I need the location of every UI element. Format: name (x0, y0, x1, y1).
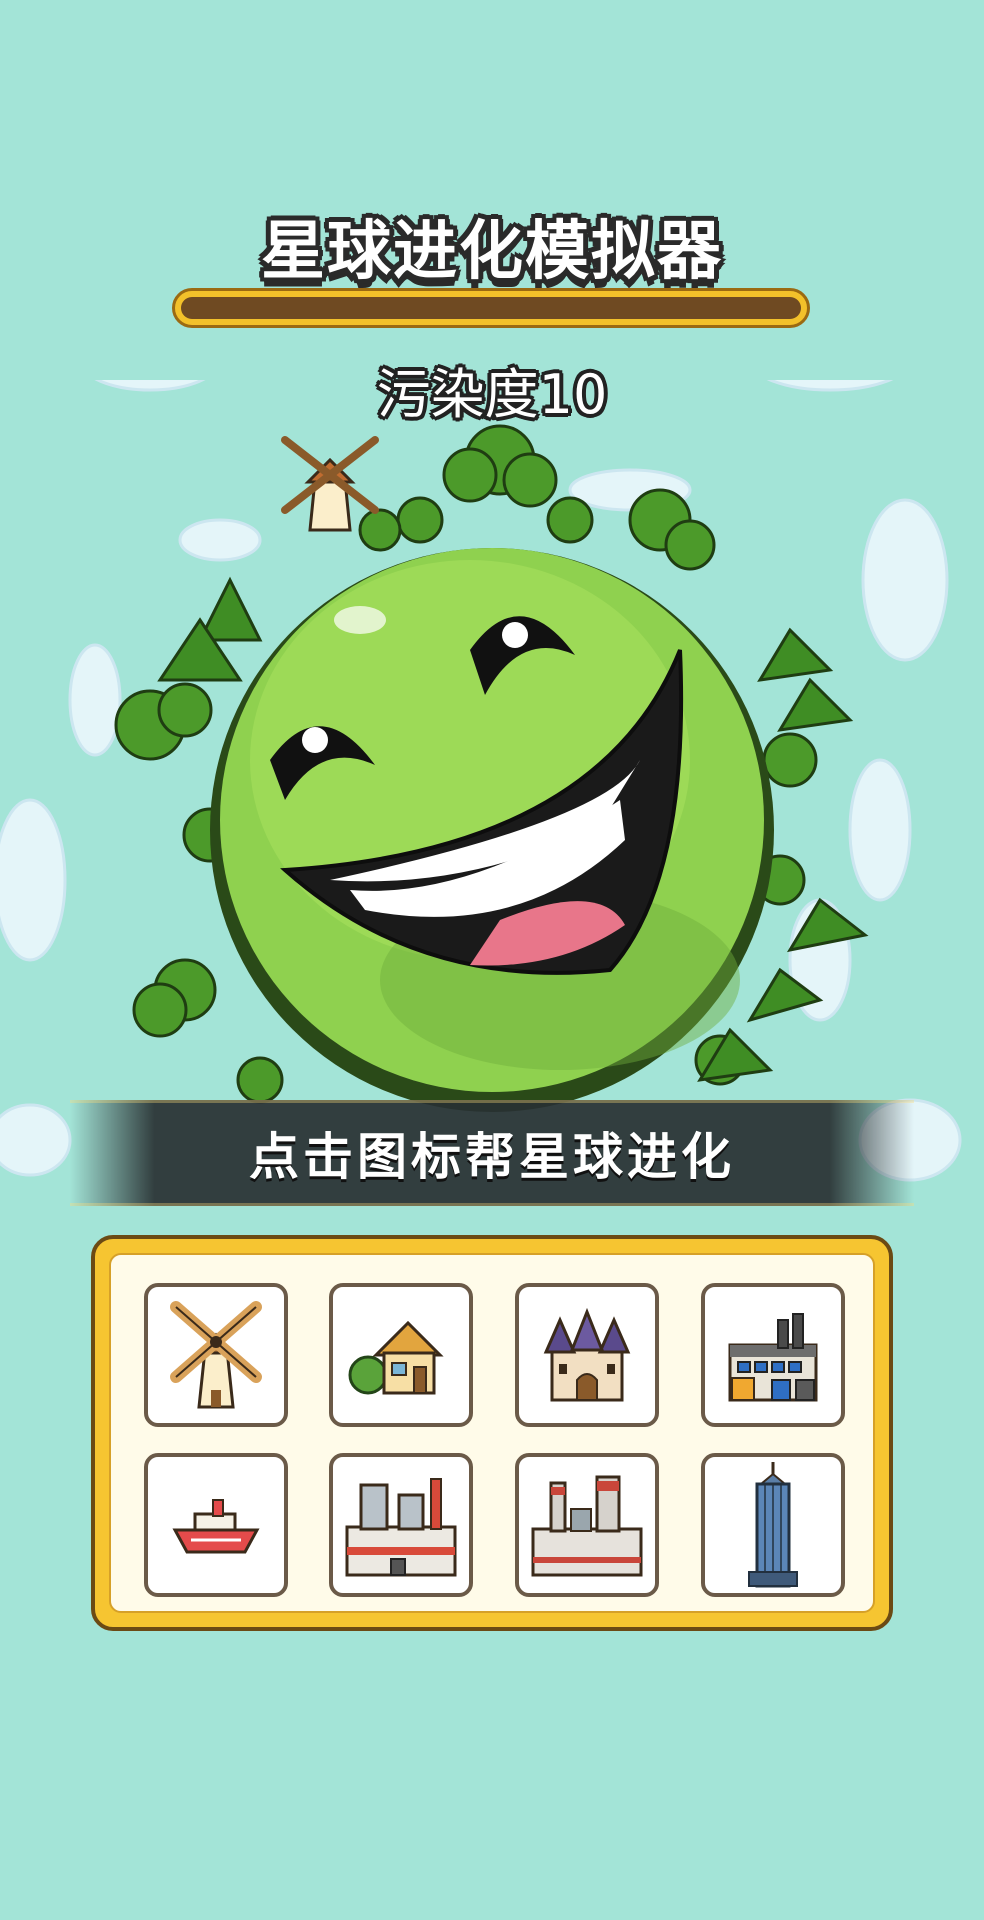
building-panel (91, 1235, 893, 1631)
building-slot-windmill[interactable] (144, 1283, 288, 1427)
building-slot-power-plant[interactable] (329, 1453, 473, 1597)
windmill-decoration (281, 436, 379, 532)
building-slot-industrial-plant[interactable] (515, 1453, 659, 1597)
windmill-icon (170, 1301, 262, 1409)
building-slot-skyscraper[interactable] (701, 1453, 845, 1597)
building-grid (109, 1253, 875, 1613)
skyscraper-icon (748, 1462, 798, 1588)
factory-icon (728, 1313, 818, 1402)
building-slot-ship[interactable] (144, 1453, 288, 1597)
building-slot-factory[interactable] (701, 1283, 845, 1427)
castle-icon (543, 1307, 631, 1402)
building-slot-cottage[interactable] (329, 1283, 473, 1427)
ship-icon (172, 1499, 260, 1554)
industrial-plant-icon (531, 1475, 643, 1577)
instruction-banner: 点击图标帮星球进化 (70, 1100, 914, 1206)
power-plant-icon (345, 1478, 457, 1577)
instruction-text: 点击图标帮星球进化 (249, 1128, 735, 1186)
evolution-progress-bar (172, 288, 810, 328)
building-slot-castle[interactable] (515, 1283, 659, 1427)
cottage-icon (348, 1320, 444, 1395)
game-title: 星球进化模拟器 (261, 215, 723, 289)
